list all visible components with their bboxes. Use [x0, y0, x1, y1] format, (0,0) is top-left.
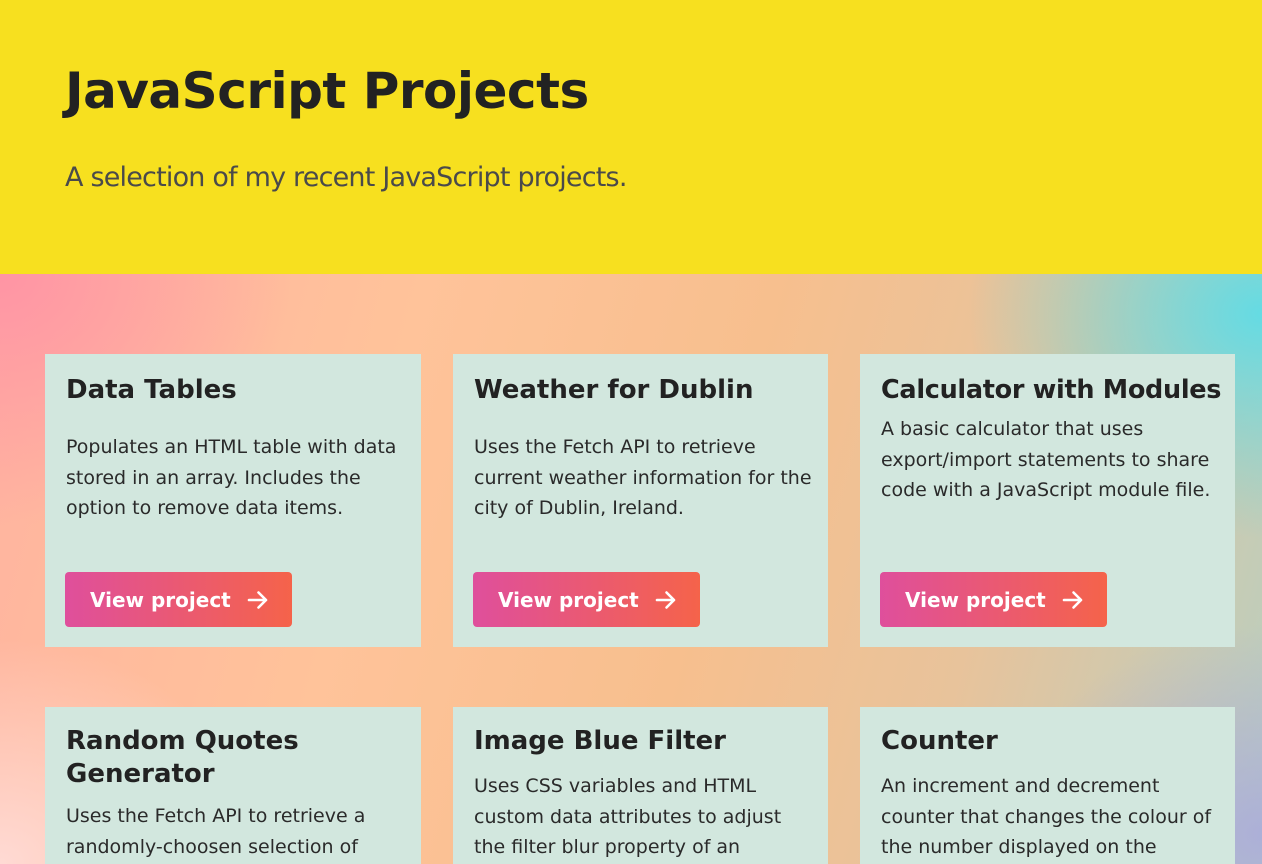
- project-title: Weather for Dublin: [474, 375, 754, 405]
- view-project-button[interactable]: View project: [880, 572, 1107, 627]
- page-header: JavaScript Projects A selection of my re…: [0, 0, 1262, 274]
- project-title: Image Blue Filter: [474, 726, 727, 756]
- project-card-data-tables: Data Tables Populates an HTML table with…: [45, 354, 421, 647]
- project-card-image-blue-filter: Image Blue Filter Uses CSS variables and…: [453, 707, 828, 864]
- project-description: Populates an HTML table with data stored…: [66, 436, 397, 519]
- project-title: Random Quotes Generator: [66, 726, 299, 789]
- view-project-button[interactable]: View project: [473, 572, 700, 627]
- projects-section: Data Tables Populates an HTML table with…: [0, 274, 1262, 864]
- view-project-button[interactable]: View project: [65, 572, 292, 627]
- page-title: JavaScript Projects: [65, 62, 589, 120]
- project-card-counter: Counter An increment and decrement count…: [860, 707, 1235, 864]
- arrow-right-icon: [655, 591, 676, 609]
- project-description: Uses CSS variables and HTML custom data …: [474, 775, 782, 858]
- arrow-right-icon: [1062, 591, 1083, 609]
- project-card-random-quotes-generator: Random Quotes Generator Uses the Fetch A…: [45, 707, 421, 864]
- project-description: A basic calculator that uses export/impo…: [881, 418, 1211, 501]
- project-title: Calculator with Modules: [881, 375, 1222, 405]
- view-project-label: View project: [498, 587, 639, 612]
- project-description: Uses the Fetch API to retrieve a randoml…: [66, 805, 366, 858]
- project-card-weather-for-dublin: Weather for Dublin Uses the Fetch API to…: [453, 354, 828, 647]
- view-project-label: View project: [90, 587, 231, 612]
- project-description: An increment and decrement counter that …: [881, 775, 1212, 858]
- view-project-label: View project: [905, 587, 1046, 612]
- arrow-right-icon: [247, 591, 268, 609]
- project-title: Data Tables: [66, 375, 237, 405]
- project-description: Uses the Fetch API to retrieve current w…: [474, 436, 812, 519]
- page-subtitle: A selection of my recent JavaScript proj…: [65, 162, 627, 193]
- project-title: Counter: [881, 726, 998, 756]
- project-card-calculator-with-modules: Calculator with Modules A basic calculat…: [860, 354, 1235, 647]
